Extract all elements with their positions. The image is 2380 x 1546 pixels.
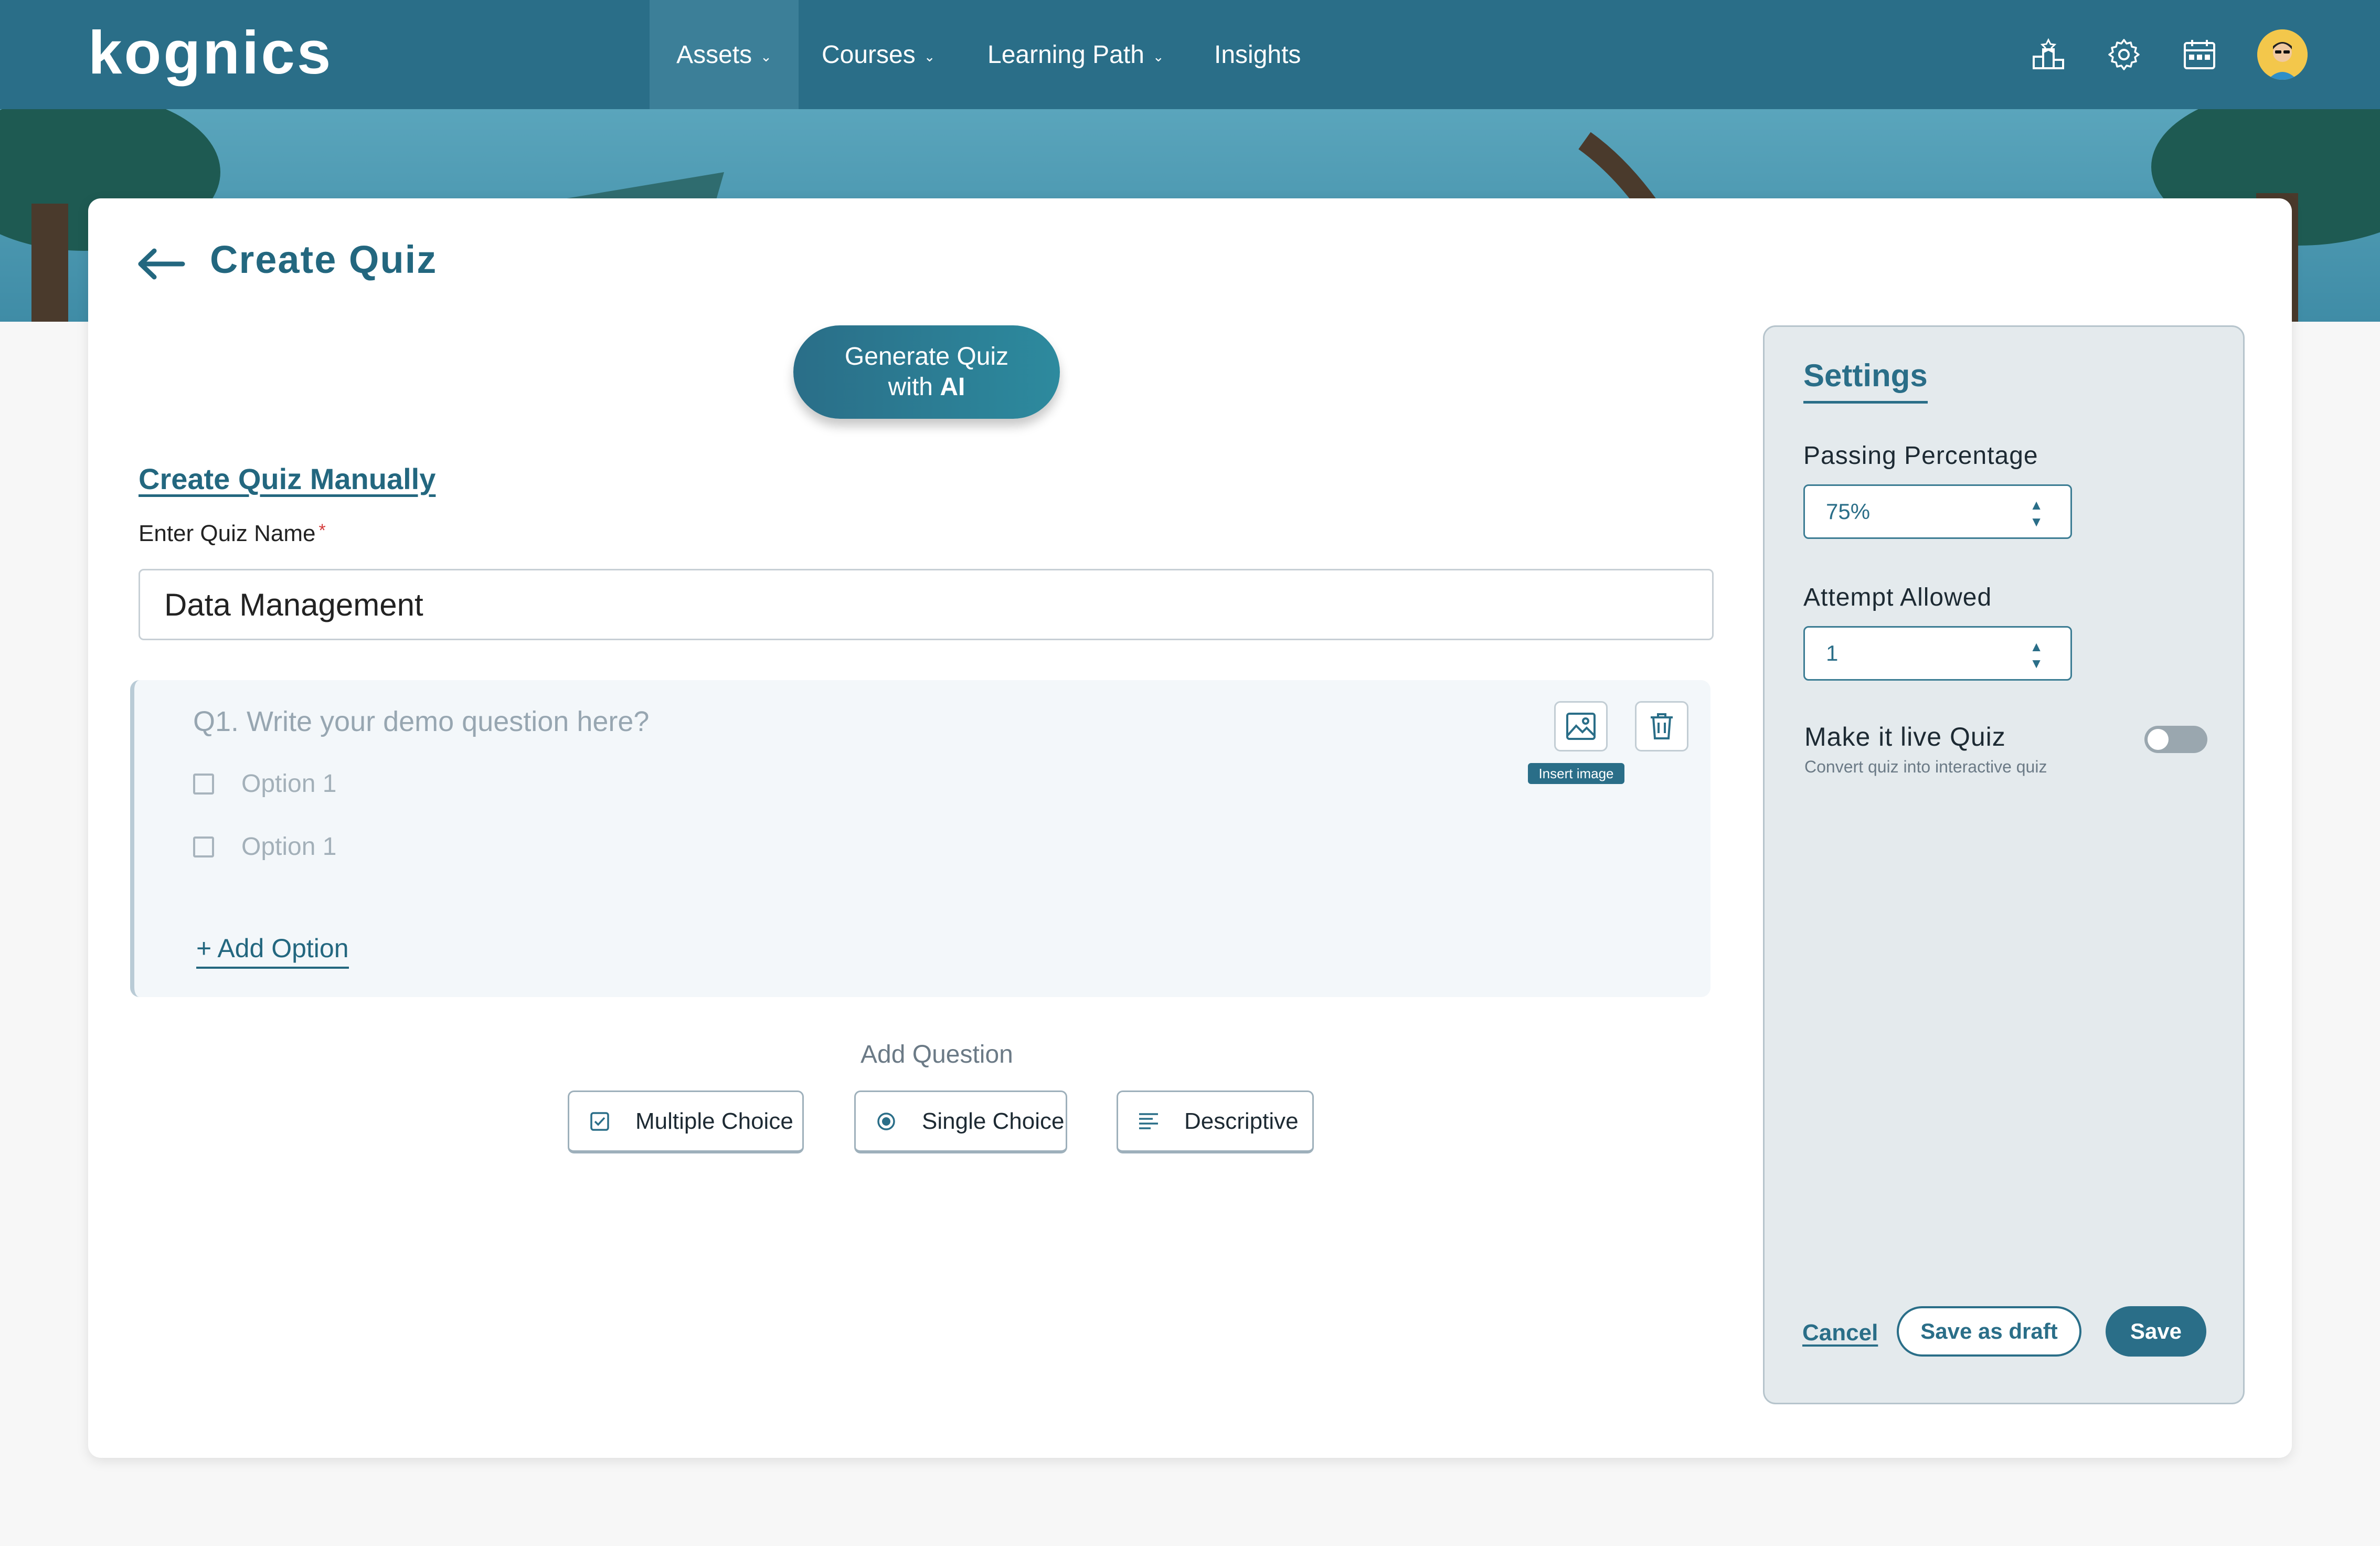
generate-quiz-line2: with AI <box>793 372 1060 403</box>
quiz-name-label-text: Enter Quiz Name <box>139 521 316 546</box>
save-button[interactable]: Save <box>2106 1306 2206 1357</box>
settings-panel: Settings Passing Percentage 75% ▲ ▼ Attem… <box>1763 325 2245 1404</box>
quiz-name-label: Enter Quiz Name * <box>139 521 326 547</box>
passing-percentage-label: Passing Percentage <box>1803 442 2038 470</box>
stepper-arrows-icon[interactable]: ▲ ▼ <box>2030 638 2043 672</box>
passing-percentage-value: 75% <box>1826 499 1871 524</box>
generate-quiz-ai-label: AI <box>940 373 965 401</box>
chevron-down-icon: ⌄ <box>923 48 936 65</box>
quiz-name-input[interactable] <box>139 569 1714 640</box>
single-choice-button[interactable]: Single Choice <box>854 1090 1067 1153</box>
insert-image-tooltip: Insert image <box>1528 763 1624 784</box>
nav-learning-path[interactable]: Learning Path ⌄ <box>987 0 1164 109</box>
text-lines-icon <box>1137 1110 1160 1133</box>
generate-quiz-line2-prefix: with <box>888 373 940 401</box>
add-option-button[interactable]: + Add Option <box>196 933 349 969</box>
image-icon <box>1566 713 1596 740</box>
delete-question-button[interactable] <box>1635 701 1688 751</box>
nav-insights-label: Insights <box>1214 40 1301 69</box>
cancel-button[interactable]: Cancel <box>1802 1320 1878 1346</box>
option-checkbox[interactable] <box>193 773 214 795</box>
attempt-allowed-value: 1 <box>1826 641 1839 665</box>
required-marker: * <box>318 521 326 541</box>
top-navbar: kognics Assets ⌄ Courses ⌄ Learning Path… <box>0 0 2380 109</box>
multiple-choice-button[interactable]: Multiple Choice <box>568 1090 804 1153</box>
toggle-knob <box>2148 729 2169 750</box>
nav-assets-label: Assets <box>676 40 752 69</box>
chevron-down-icon: ⌄ <box>1152 48 1164 65</box>
option-text[interactable]: Option 1 <box>241 832 336 861</box>
gear-icon[interactable] <box>2105 36 2143 73</box>
attempt-allowed-stepper[interactable]: 1 ▲ ▼ <box>1803 626 2072 681</box>
passing-percentage-stepper[interactable]: 75% ▲ ▼ <box>1803 484 2072 539</box>
checkbox-checked-icon <box>588 1110 611 1133</box>
create-quiz-card: Create Quiz Generate Quiz with AI Create… <box>88 198 2292 1458</box>
descriptive-label: Descriptive <box>1184 1108 1299 1134</box>
live-quiz-label: Make it live Quiz <box>1804 722 2006 751</box>
single-choice-label: Single Choice <box>922 1108 1065 1134</box>
stepper-arrows-icon[interactable]: ▲ ▼ <box>2030 496 2043 530</box>
page-title: Create Quiz <box>210 238 438 281</box>
generate-quiz-line1: Generate Quiz <box>844 343 1009 370</box>
multiple-choice-label: Multiple Choice <box>635 1108 793 1134</box>
option-text[interactable]: Option 1 <box>241 769 336 798</box>
avatar[interactable] <box>2257 29 2308 80</box>
nav-learning-path-label: Learning Path <box>987 40 1144 69</box>
live-quiz-description: Convert quiz into interactive quiz <box>1804 757 2047 776</box>
radio-selected-icon <box>875 1110 898 1133</box>
generate-quiz-ai-button[interactable]: Generate Quiz with AI <box>793 325 1060 419</box>
insert-image-button[interactable] <box>1554 701 1608 751</box>
create-quiz-manually-link[interactable]: Create Quiz Manually <box>139 462 435 496</box>
nav-assets[interactable]: Assets ⌄ <box>650 0 799 109</box>
trash-icon <box>1651 713 1673 739</box>
calendar-icon[interactable] <box>2181 36 2218 73</box>
live-quiz-toggle[interactable] <box>2144 726 2207 753</box>
question-card: Q1. Write your demo question here? Optio… <box>130 680 1710 997</box>
chevron-down-icon: ⌄ <box>760 48 772 65</box>
nav-courses-label: Courses <box>822 40 916 69</box>
kognics-logo[interactable]: kognics <box>88 21 333 84</box>
save-draft-button[interactable]: Save as draft <box>1897 1306 2081 1357</box>
option-row[interactable]: Option 1 <box>193 832 336 861</box>
descriptive-button[interactable]: Descriptive <box>1117 1090 1314 1153</box>
nav-courses[interactable]: Courses ⌄ <box>822 0 936 109</box>
back-arrow-icon[interactable] <box>135 246 188 282</box>
question-text-input[interactable]: Q1. Write your demo question here? <box>193 705 649 738</box>
option-row[interactable]: Option 1 <box>193 769 336 798</box>
leaderboard-icon[interactable] <box>2030 36 2067 73</box>
settings-title: Settings <box>1803 357 1928 404</box>
nav-insights[interactable]: Insights <box>1214 0 1301 109</box>
attempt-allowed-label: Attempt Allowed <box>1803 584 1992 611</box>
option-checkbox[interactable] <box>193 836 214 857</box>
add-question-label: Add Question <box>860 1041 1013 1068</box>
